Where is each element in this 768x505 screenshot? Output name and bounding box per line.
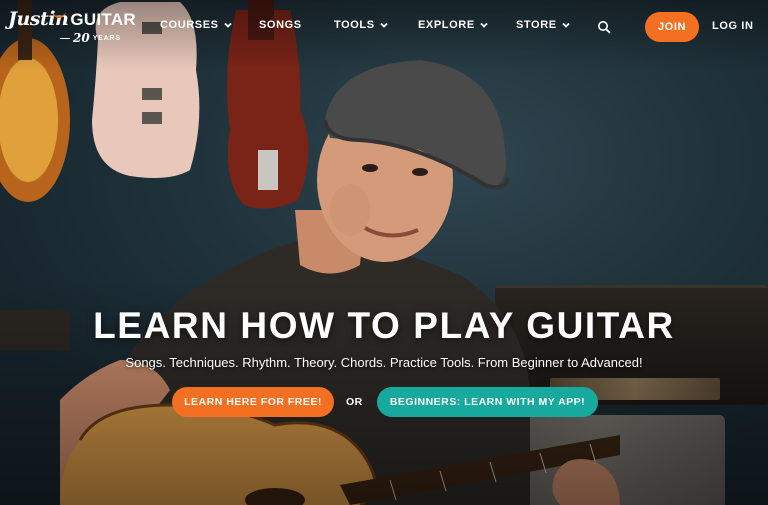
justin-guitar-logo[interactable]: Justin GUITAR 20 YEARS xyxy=(8,8,136,46)
nav-tools[interactable]: TOOLS xyxy=(334,19,389,31)
nav-courses[interactable]: COURSES xyxy=(160,19,233,31)
hero-subheadline: Songs. Techniques. Rhythm. Theory. Chord… xyxy=(125,355,643,370)
nav-explore[interactable]: EXPLORE xyxy=(418,19,489,31)
nav-tools-label: TOOLS xyxy=(334,19,375,31)
hero-cta-group: LEARN HERE FOR FREE! OR BEGINNERS: LEARN… xyxy=(0,387,768,417)
or-separator: OR xyxy=(346,396,363,408)
top-navigation: Justin GUITAR 20 YEARS COURSES SONGS TOO… xyxy=(0,0,768,54)
learn-free-button[interactable]: LEARN HERE FOR FREE! xyxy=(172,387,334,417)
nav-songs[interactable]: SONGS xyxy=(259,19,302,31)
nav-store-label: STORE xyxy=(516,19,557,31)
nav-courses-label: COURSES xyxy=(160,19,219,31)
logo-anniversary-number: 20 xyxy=(73,31,90,45)
nav-store[interactable]: STORE xyxy=(516,19,571,31)
hero-background xyxy=(0,0,768,505)
login-link[interactable]: LOG IN xyxy=(712,20,754,32)
nav-explore-label: EXPLORE xyxy=(418,19,475,31)
chevron-down-icon xyxy=(480,22,488,28)
logo-wordmark: Justin GUITAR xyxy=(8,8,136,32)
logo-divider xyxy=(60,37,70,39)
chevron-down-icon xyxy=(562,22,570,28)
chevron-down-icon xyxy=(223,22,232,28)
chevron-down-icon xyxy=(380,22,388,28)
logo-anniversary: 20 YEARS xyxy=(60,31,121,45)
hero-headline: LEARN HOW TO PLAY GUITAR xyxy=(93,305,675,346)
logo-anniversary-word: YEARS xyxy=(92,34,121,42)
nav-songs-label: SONGS xyxy=(259,19,302,31)
background-overlay xyxy=(0,0,768,505)
logo-guitar-text: GUITAR xyxy=(70,10,137,29)
join-button[interactable]: JOIN xyxy=(645,12,699,42)
search-icon[interactable] xyxy=(597,20,611,34)
learn-with-app-button[interactable]: BEGINNERS: LEARN WITH MY APP! xyxy=(377,387,598,417)
